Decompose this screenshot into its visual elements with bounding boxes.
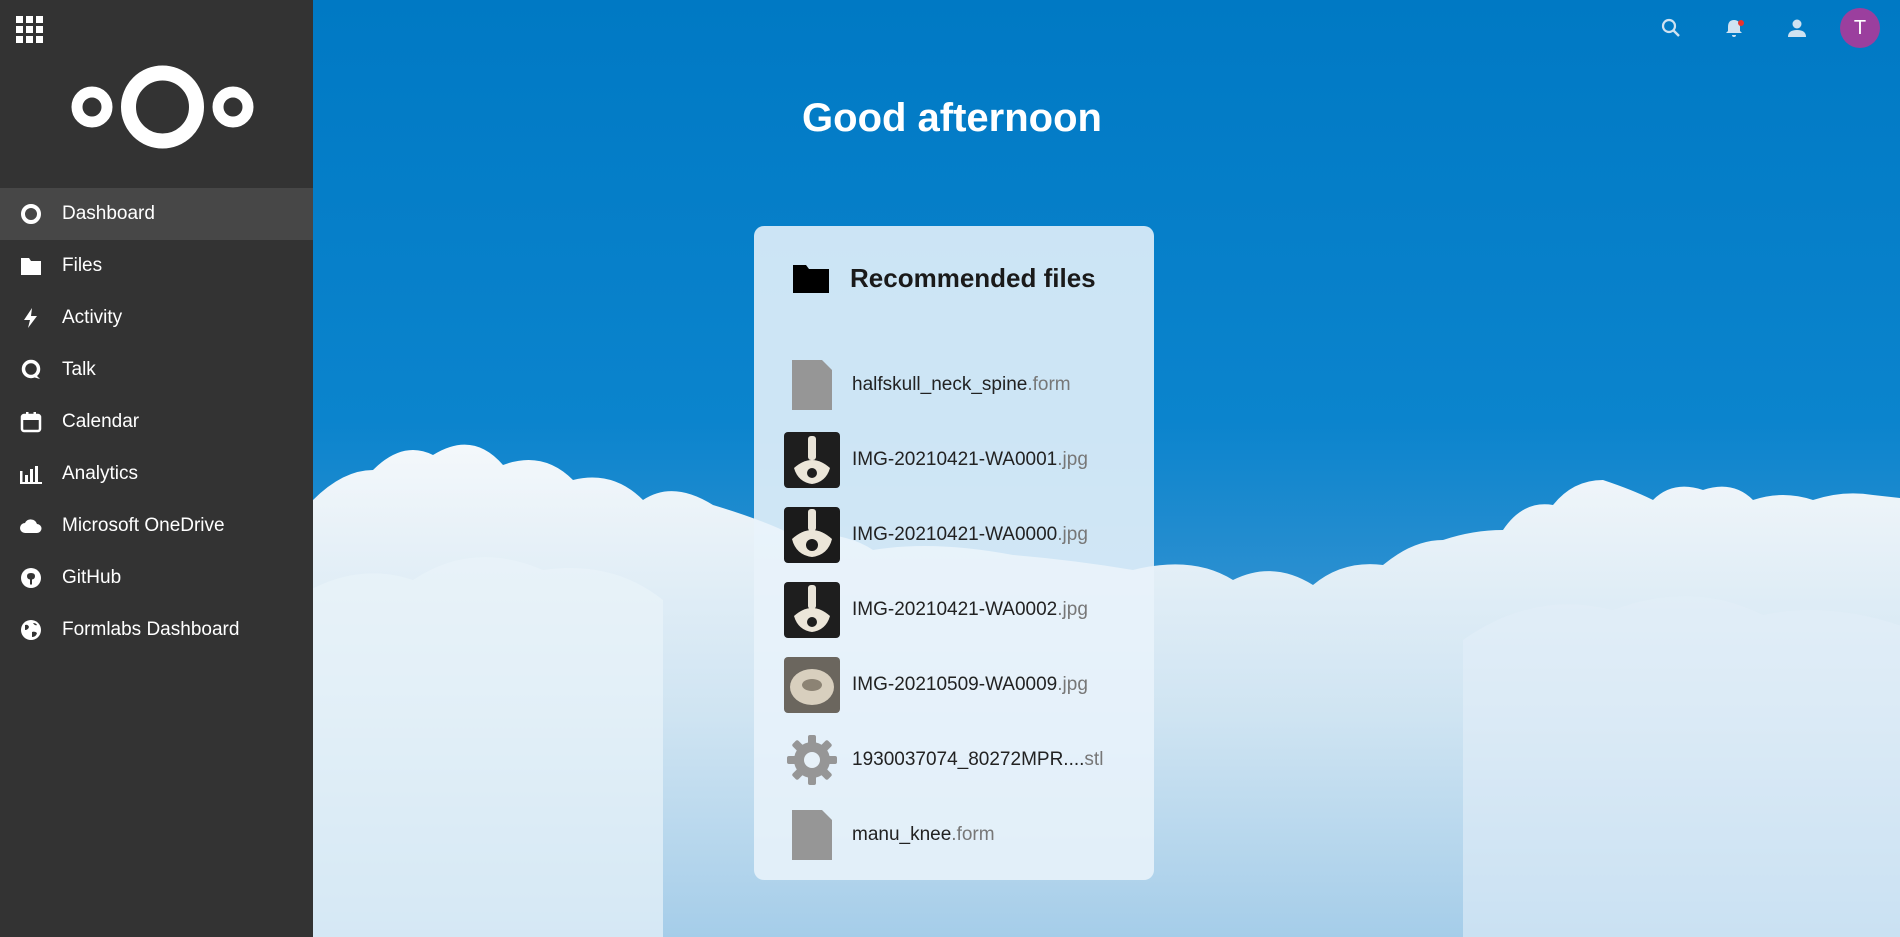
talk-icon xyxy=(18,357,44,383)
widget-header: Recommended files xyxy=(792,262,1096,294)
spine-image-thumbnail xyxy=(784,506,840,563)
file-name: 1930037074_80272MPR....stl xyxy=(852,748,1104,770)
file-name: IMG-20210421-WA0001.jpg xyxy=(852,448,1088,470)
nav-item-label: GitHub xyxy=(62,567,122,588)
app-menu-grid-icon[interactable] xyxy=(16,16,46,46)
nav-item-label: Activity xyxy=(62,307,123,328)
skull-image-thumbnail xyxy=(784,656,840,713)
notifications-bell-icon[interactable] xyxy=(1714,8,1754,48)
nav-item-calendar[interactable]: Calendar xyxy=(0,396,313,448)
file-name: IMG-20210421-WA0000.jpg xyxy=(852,523,1088,545)
file-name: halfskull_neck_spine.form xyxy=(852,373,1071,395)
user-avatar[interactable]: T xyxy=(1840,8,1880,48)
widget-title: Recommended files xyxy=(850,262,1096,293)
notification-dot xyxy=(1738,20,1744,26)
list-item[interactable]: 1930037074_80272MPR....stl xyxy=(784,722,1144,797)
search-icon[interactable] xyxy=(1651,8,1691,48)
file-name: IMG-20210421-WA0002.jpg xyxy=(852,598,1088,620)
nav-item-github[interactable]: GitHub xyxy=(0,552,313,604)
nav-item-label: Formlabs Dashboard xyxy=(62,619,240,640)
nav-item-dashboard[interactable]: Dashboard xyxy=(0,188,313,240)
nav-item-label: Calendar xyxy=(62,411,140,432)
calendar-icon xyxy=(18,409,44,435)
nav-item-files[interactable]: Files xyxy=(0,240,313,292)
bar-chart-icon xyxy=(18,461,44,487)
list-item[interactable]: IMG-20210421-WA0000.jpg xyxy=(784,497,1144,572)
recommended-file-list: halfskull_neck_spine.form IMG-20210421-W… xyxy=(784,347,1144,872)
lightning-icon xyxy=(18,305,44,331)
nextcloud-logo[interactable] xyxy=(70,64,255,150)
header-actions: T xyxy=(1628,8,1880,48)
gear-icon xyxy=(784,732,840,788)
list-item[interactable]: IMG-20210421-WA0001.jpg xyxy=(784,422,1144,497)
nav-item-label: Analytics xyxy=(62,463,139,484)
recommended-files-widget: Recommended files halfskull_neck_spine.f… xyxy=(754,226,1154,880)
globe-icon xyxy=(18,617,44,643)
nav-item-label: Dashboard xyxy=(62,203,155,224)
file-icon xyxy=(784,357,840,413)
nav-item-activity[interactable]: Activity xyxy=(0,292,313,344)
greeting-heading: Good afternoon xyxy=(802,96,1102,140)
spine-image-thumbnail xyxy=(784,581,840,638)
app-navigation: Dashboard Files Activity Talk Calendar A… xyxy=(0,188,313,656)
contacts-icon[interactable] xyxy=(1777,8,1817,48)
folder-icon xyxy=(18,253,44,279)
list-item[interactable]: IMG-20210509-WA0009.jpg xyxy=(784,647,1144,722)
nav-item-microsoft-onedrive[interactable]: Microsoft OneDrive xyxy=(0,500,313,552)
nav-item-analytics[interactable]: Analytics xyxy=(0,448,313,500)
nav-item-label: Talk xyxy=(62,359,96,380)
list-item[interactable]: IMG-20210421-WA0002.jpg xyxy=(784,572,1144,647)
file-name: manu_knee.form xyxy=(852,823,995,845)
sidebar: Dashboard Files Activity Talk Calendar A… xyxy=(0,0,313,937)
file-name: IMG-20210509-WA0009.jpg xyxy=(852,673,1088,695)
nav-item-formlabs-dashboard[interactable]: Formlabs Dashboard xyxy=(0,604,313,656)
spine-image-thumbnail xyxy=(784,431,840,488)
list-item[interactable]: halfskull_neck_spine.form xyxy=(784,347,1144,422)
file-icon xyxy=(784,807,840,863)
dashboard-main: T Good afternoon Recommended files halfs… xyxy=(313,0,1900,937)
nav-item-talk[interactable]: Talk xyxy=(0,344,313,396)
nav-item-label: Files xyxy=(62,255,103,276)
cloud-icon xyxy=(18,513,44,539)
github-icon xyxy=(18,565,44,591)
dashboard-icon xyxy=(18,201,44,227)
list-item[interactable]: manu_knee.form xyxy=(784,797,1144,872)
nav-item-label: Microsoft OneDrive xyxy=(62,515,225,536)
folder-icon xyxy=(793,265,829,293)
